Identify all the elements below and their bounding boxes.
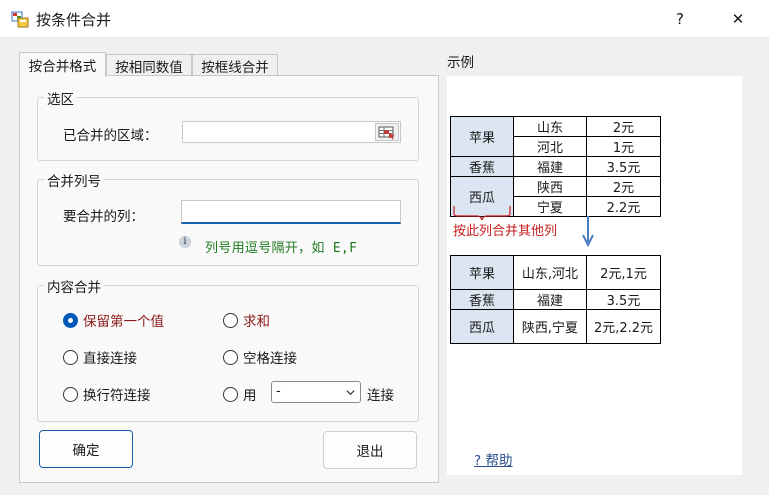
radio-unchecked-icon [223, 312, 238, 328]
help-button[interactable]: ? [657, 0, 703, 38]
table-cell: 香蕉 [450, 156, 514, 177]
example-after-table: 苹果 山东,河北 2元,1元 香蕉 福建 3.5元 西瓜 陕西,宁夏 2元,2.… [450, 255, 661, 344]
merged-range-label: 已合并的区域： [63, 128, 158, 144]
table-cell: 宁夏 [513, 196, 587, 217]
ok-button[interactable]: 确定 [39, 430, 133, 468]
table-row: 西瓜 陕西 2元 [450, 176, 661, 217]
merged-range-picker[interactable] [182, 121, 401, 143]
table-row: 香蕉 福建 3.5元 [450, 289, 661, 310]
radio-keep-first[interactable]: 保留第一个值 [63, 310, 164, 330]
radio-unchecked-icon [63, 349, 78, 365]
merge-columns-legend: 合并列号 [44, 170, 104, 190]
table-cell: 3.5元 [586, 156, 661, 177]
table-cell: 苹果 [450, 116, 514, 157]
radio-sum[interactable]: 求和 [223, 310, 270, 330]
brace-icon [453, 206, 511, 221]
app-icon [11, 11, 29, 28]
table-cell: 陕西,宁夏 [513, 309, 587, 344]
table-cell: 2.2元 [586, 196, 661, 217]
table-cell: 山东 [513, 116, 587, 137]
table-cell: 苹果 [450, 255, 514, 290]
tab-border-merge[interactable]: 按框线合并 [192, 54, 278, 76]
tab-same-value[interactable]: 按相同数值 [106, 54, 192, 76]
radio-direct-join-label: 直接连接 [83, 351, 137, 367]
radio-custom-join[interactable]: 用 [223, 384, 257, 404]
table-cell: 1元 [586, 136, 661, 157]
table-cell: 河北 [513, 136, 587, 157]
table-row: 香蕉 福建 3.5元 [450, 156, 661, 177]
help-link[interactable]: ? 帮助 [474, 449, 512, 469]
range-select-icon [378, 126, 395, 140]
columns-input[interactable] [181, 200, 401, 224]
chevron-down-icon [346, 390, 355, 396]
table-cell: 2元 [586, 176, 661, 197]
table-cell: 3.5元 [586, 289, 661, 310]
radio-checked-icon [63, 312, 78, 328]
title-bar: 按条件合并 ? ✕ [0, 0, 769, 38]
table-row: 苹果 山东,河北 2元,1元 [450, 255, 661, 290]
radio-space-join[interactable]: 空格连接 [223, 347, 297, 367]
exit-button[interactable]: 退出 [323, 431, 417, 469]
table-cell: 2元 [586, 116, 661, 137]
radio-custom-join-label: 用 [243, 388, 257, 404]
table-cell: 陕西 [513, 176, 587, 197]
selection-legend: 选区 [44, 88, 77, 108]
table-cell: 山东,河北 [513, 255, 587, 290]
table-cell: 福建 [513, 156, 587, 177]
arrow-down-icon [582, 216, 594, 248]
table-cell: 香蕉 [450, 289, 514, 310]
table-cell: 福建 [513, 289, 587, 310]
table-cell: 2元,2.2元 [586, 309, 661, 344]
table-row: 苹果 山东 2元 [450, 116, 661, 157]
content-merge-legend: 内容合并 [44, 276, 104, 296]
close-button[interactable]: ✕ [715, 0, 761, 38]
radio-newline-join-label: 换行符连接 [83, 388, 151, 404]
radio-unchecked-icon [223, 349, 238, 365]
columns-label: 要合并的列： [63, 209, 144, 225]
window-title: 按条件合并 [36, 11, 112, 29]
columns-hint: 列号用逗号隔开，如 E,F [205, 241, 358, 256]
radio-unchecked-icon [223, 386, 238, 402]
connect-label: 连接 [367, 388, 394, 404]
range-select-button[interactable] [375, 123, 399, 141]
separator-select[interactable]: - [271, 381, 361, 403]
info-icon: i [179, 236, 191, 248]
radio-direct-join[interactable]: 直接连接 [63, 347, 137, 367]
radio-unchecked-icon [63, 386, 78, 402]
separator-value: - [276, 384, 281, 399]
table-row: 西瓜 陕西,宁夏 2元,2.2元 [450, 309, 661, 344]
tab-merge-format[interactable]: 按合并格式 [19, 52, 106, 77]
radio-sum-label: 求和 [243, 314, 270, 330]
table-cell: 西瓜 [450, 309, 514, 344]
example-note: 按此列合并其他列 [453, 224, 558, 239]
radio-newline-join[interactable]: 换行符连接 [63, 384, 151, 404]
radio-space-join-label: 空格连接 [243, 351, 297, 367]
example-legend: 示例 [447, 55, 474, 71]
example-before-table: 苹果 山东 2元 河北 1元 香蕉 福建 3.5元 西瓜 陕西 2元 宁夏 2.… [450, 116, 661, 217]
radio-keep-first-label: 保留第一个值 [83, 314, 164, 330]
table-cell: 2元,1元 [586, 255, 661, 290]
